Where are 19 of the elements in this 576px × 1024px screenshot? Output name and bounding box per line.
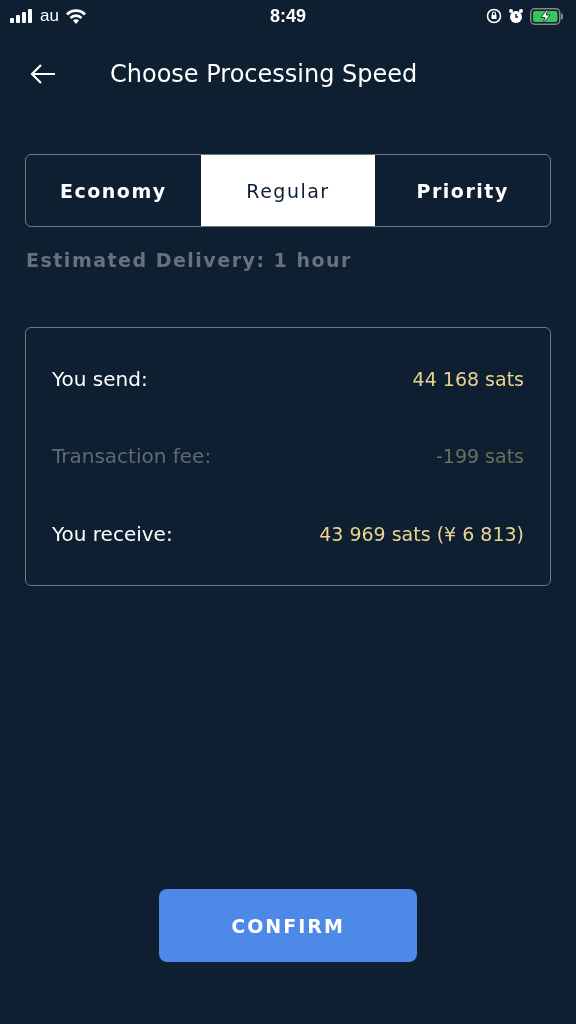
summary-value: 44 168 sats — [412, 367, 524, 390]
summary-label: Transaction fee: — [52, 444, 212, 469]
battery-charging-icon — [530, 7, 564, 25]
summary-label: You send: — [52, 366, 148, 391]
wifi-icon — [64, 8, 87, 24]
alarm-icon — [508, 8, 524, 24]
carrier-name: au — [40, 6, 59, 26]
screen-title: Choose Processing Speed — [110, 60, 418, 88]
rotation-lock-icon — [486, 8, 502, 24]
speed-tab[interactable]: Economy — [26, 155, 201, 226]
summary-value: -199 sats — [435, 445, 524, 468]
back-arrow-icon — [30, 64, 56, 84]
summary-value: 43 969 sats (¥ 6 813) — [319, 523, 524, 546]
speed-tab[interactable]: Regular — [200, 155, 376, 226]
speed-tab[interactable]: Priority — [375, 155, 550, 226]
summary-label: You receive: — [52, 522, 173, 547]
delivery-estimate: Estimated Delivery: 1 hour — [26, 249, 353, 271]
status-time: 8:49 — [270, 5, 306, 27]
signal-icon — [10, 9, 34, 23]
